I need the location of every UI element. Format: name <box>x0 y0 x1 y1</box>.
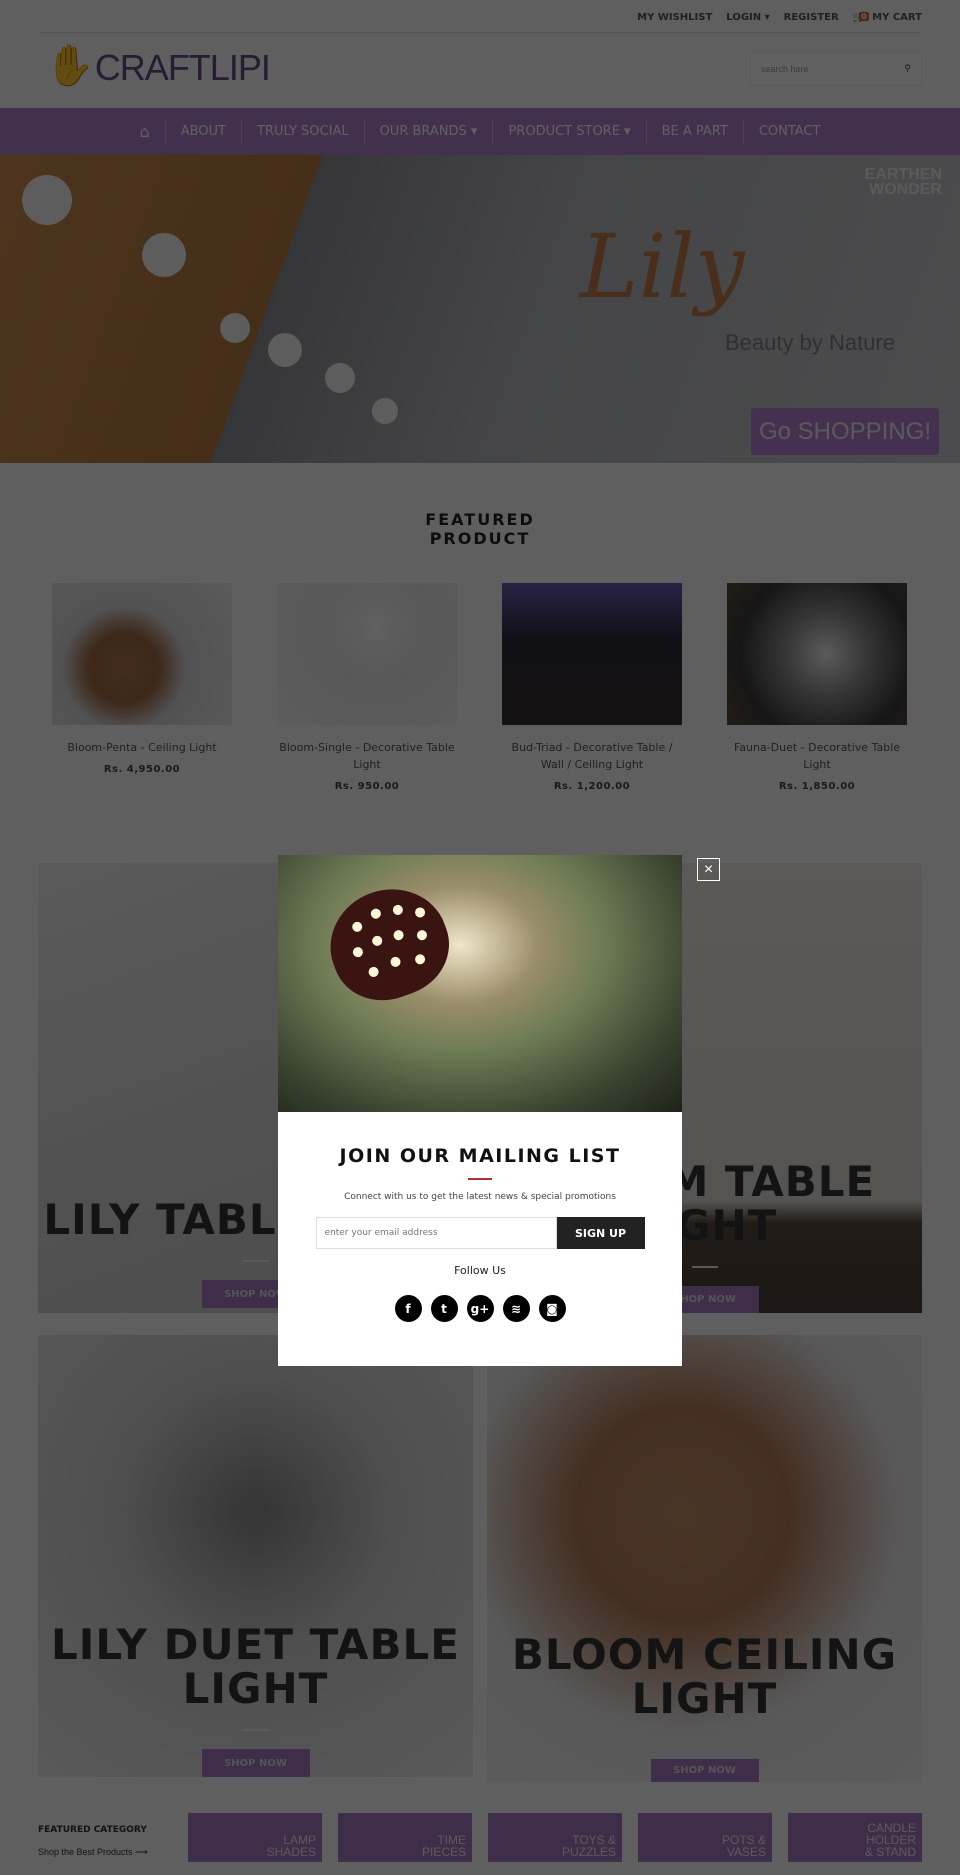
wishlist-link[interactable]: MY WISHLIST <box>637 12 712 23</box>
banner-bloom-ceiling[interactable]: BLOOM CEILING LIGHT SHOP NOW <box>487 1335 922 1782</box>
banner-divider <box>242 1260 269 1262</box>
banner-lily-duet[interactable]: LILY DUET TABLE LIGHT SHOP NOW <box>38 1335 473 1777</box>
popup-title: JOIN OUR MAILING LIST <box>339 1145 621 1167</box>
shop-now-button[interactable]: SHOP NOW <box>650 1758 759 1782</box>
category-label: & STAND <box>864 1845 916 1859</box>
logo[interactable]: ✋ CRAFTLIPI <box>45 42 271 89</box>
category-label: PUZZLES <box>561 1845 616 1859</box>
hero-banner[interactable]: EARTHEN WONDER Lily Beauty by Nature Go S… <box>0 155 960 463</box>
category-label: SHADES <box>266 1845 316 1859</box>
category-time-pieces[interactable]: TIME PIECES <box>338 1813 472 1862</box>
cart-link[interactable]: 🛒0 MY CART <box>853 12 922 23</box>
nav-about[interactable]: ABOUT <box>164 118 241 145</box>
banner-divider <box>691 1266 718 1268</box>
product-card[interactable]: Bud-Triad - Decorative Table / Wall / Ce… <box>502 583 682 792</box>
nav-truly-social[interactable]: TRULY SOCIAL <box>240 118 364 145</box>
banner-divider <box>691 1739 718 1741</box>
lamp-hole <box>268 333 302 367</box>
social-links: f t g+ ≋ ◙ <box>278 1295 682 1322</box>
category-label: VASES <box>726 1845 766 1859</box>
rss-icon[interactable]: ≋ <box>502 1295 530 1322</box>
nav-product-store[interactable]: PRODUCT STORE ▾ <box>492 118 645 145</box>
nav-label: OUR BRANDS <box>379 123 467 139</box>
brand-logo: EARTHEN WONDER <box>864 166 942 198</box>
popup-subtitle: Connect with us to get the latest news &… <box>344 1192 616 1202</box>
nav-label: PRODUCT STORE <box>508 123 620 139</box>
category-lamp-shades[interactable]: LAMP SHADES <box>188 1813 322 1862</box>
product-name[interactable]: Bud-Triad - Decorative Table / Wall / Ce… <box>502 739 682 773</box>
hero-product-name: Lily <box>580 215 745 318</box>
logo-text: CRAFTLIPI <box>94 47 271 88</box>
banner-divider <box>242 1729 269 1731</box>
cart-count-badge: 0 <box>859 12 869 21</box>
brand-line: EARTHEN <box>864 166 942 183</box>
product-name[interactable]: Bloom-Single - Decorative Table Light <box>277 739 457 773</box>
hero-tagline: Beauty by Nature <box>725 330 895 355</box>
shop-best-products-link[interactable]: Shop the Best Products ⟶ <box>38 1847 148 1858</box>
product-price: Rs. 1,850.00 <box>778 781 856 792</box>
product-name[interactable]: Fauna-Duet - Decorative Table Light <box>727 739 907 773</box>
nav-our-brands[interactable]: OUR BRANDS ▾ <box>363 118 493 145</box>
product-image[interactable] <box>52 583 232 725</box>
facebook-icon[interactable]: f <box>394 1295 422 1322</box>
lamp-hole <box>142 233 186 277</box>
category-toys-puzzles[interactable]: TOYS & PUZZLES <box>488 1813 622 1862</box>
go-shopping-button[interactable]: Go SHOPPING! <box>751 408 939 455</box>
featured-title: FEATURED PRODUCT <box>0 510 960 548</box>
search-box[interactable]: search here ⚲ <box>750 52 922 85</box>
category-label: PIECES <box>421 1845 466 1859</box>
close-popup-button[interactable]: × <box>697 858 720 881</box>
mailing-list-popup: JOIN OUR MAILING LIST Connect with us to… <box>278 855 682 1366</box>
product-card[interactable]: Bloom-Penta - Ceiling Light Rs. 4,950.00 <box>52 583 232 775</box>
banner-title: LILY DUET TABLE LIGHT <box>51 1620 460 1713</box>
lamp-hole <box>22 175 72 225</box>
main-nav: ⌂ ABOUT TRULY SOCIAL OUR BRANDS ▾ PRODUC… <box>0 108 960 155</box>
featured-category-title: FEATURED CATEGORY <box>38 1825 147 1835</box>
lamp-shape <box>315 873 463 1015</box>
follow-us-label: Follow Us <box>454 1264 506 1277</box>
search-icon[interactable]: ⚲ <box>904 63 911 74</box>
brand-line: WONDER <box>869 181 942 198</box>
instagram-icon[interactable]: ◙ <box>538 1295 566 1322</box>
email-input[interactable] <box>315 1217 557 1249</box>
product-name[interactable]: Bloom-Penta - Ceiling Light <box>52 739 232 756</box>
google-plus-icon[interactable]: g+ <box>466 1295 494 1322</box>
product-price: Rs. 950.00 <box>334 781 400 792</box>
sign-up-button[interactable]: SIGN UP <box>556 1217 645 1249</box>
login-label: LOGIN <box>726 12 762 23</box>
nav-be-a-part[interactable]: BE A PART <box>645 118 743 145</box>
product-image[interactable] <box>502 583 682 725</box>
nav-home-icon[interactable]: ⌂ <box>125 119 165 145</box>
product-card[interactable]: Fauna-Duet - Decorative Table Light Rs. … <box>727 583 907 792</box>
signup-form: SIGN UP <box>315 1217 645 1249</box>
divider <box>40 32 920 33</box>
title-underline <box>468 1178 492 1180</box>
search-input[interactable]: search here <box>761 64 809 74</box>
top-links: MY WISHLIST LOGIN ▾ REGISTER 🛒0 MY CART <box>637 12 922 23</box>
login-link[interactable]: LOGIN ▾ <box>726 12 769 23</box>
popup-lamp-image <box>278 855 682 1112</box>
nav-contact[interactable]: CONTACT <box>742 118 836 145</box>
cart-label: MY CART <box>872 12 922 23</box>
register-link[interactable]: REGISTER <box>784 12 839 23</box>
category-candle-holder[interactable]: CANDLE HOLDER & STAND <box>788 1813 922 1862</box>
lamp-hole <box>325 363 355 393</box>
product-price: Rs. 1,200.00 <box>553 781 631 792</box>
lamp-hole <box>220 313 250 343</box>
product-card[interactable]: Bloom-Single - Decorative Table Light Rs… <box>277 583 457 792</box>
lamp-hole <box>372 398 398 424</box>
title-line: FEATURED <box>425 510 535 529</box>
category-pots-vases[interactable]: POTS & VASES <box>638 1813 772 1862</box>
title-line: PRODUCT <box>429 529 531 548</box>
shop-now-button[interactable]: SHOP NOW <box>201 1749 310 1777</box>
product-image[interactable] <box>727 583 907 725</box>
hand-logo-icon: ✋ <box>45 44 95 88</box>
product-image[interactable] <box>277 583 457 725</box>
twitter-icon[interactable]: t <box>430 1295 458 1322</box>
banner-title: BLOOM CEILING LIGHT <box>511 1630 898 1723</box>
product-price: Rs. 4,950.00 <box>103 764 181 775</box>
